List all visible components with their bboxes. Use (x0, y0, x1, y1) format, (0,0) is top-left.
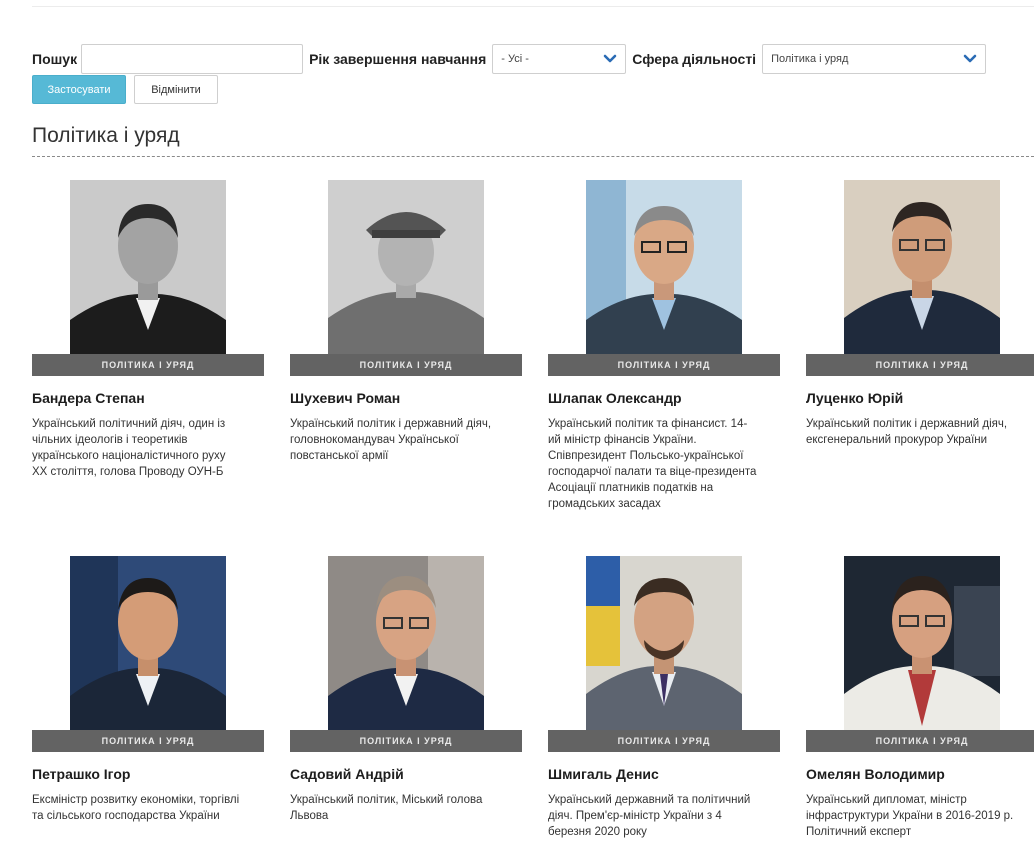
person-card[interactable]: ПОЛІТИКА І УРЯД Шмигаль Денис Українськи… (548, 556, 780, 840)
category-badge: ПОЛІТИКА І УРЯД (548, 730, 780, 752)
sphere-label: Сфера діяльності (632, 51, 757, 67)
person-description: Український політик і державний діяч, ек… (806, 418, 1008, 446)
person-name[interactable]: Садовий Андрій (290, 766, 522, 782)
person-card[interactable]: ПОЛІТИКА І УРЯД Бандера Степан Українськ… (32, 180, 264, 480)
filter-bar: Пошук Рік завершення навчання - Усі - Сф… (32, 44, 987, 74)
person-name[interactable]: Шухевич Роман (290, 390, 522, 406)
category-badge: ПОЛІТИКА І УРЯД (290, 730, 522, 752)
person-card[interactable]: ПОЛІТИКА І УРЯД Садовий Андрій Українськ… (290, 556, 522, 824)
person-photo[interactable]: ПОЛІТИКА І УРЯД (290, 180, 522, 376)
person-photo[interactable]: ПОЛІТИКА І УРЯД (548, 556, 780, 752)
person-description: Український політик, Міський голова Льво… (290, 794, 483, 822)
sphere-select-value: Політика і уряд (771, 53, 849, 65)
person-name[interactable]: Шмигаль Денис (548, 766, 780, 782)
person-card[interactable]: ПОЛІТИКА І УРЯД Шухевич Роман Українськи… (290, 180, 522, 464)
category-badge: ПОЛІТИКА І УРЯД (806, 730, 1034, 752)
person-description: Український дипломат, міністр інфраструк… (806, 794, 1014, 838)
year-label: Рік завершення навчання (309, 51, 487, 67)
person-photo[interactable]: ПОЛІТИКА І УРЯД (290, 556, 522, 752)
chevron-down-icon (603, 54, 617, 63)
portrait-image[interactable] (70, 180, 226, 354)
search-label: Пошук (32, 51, 78, 67)
top-divider (32, 6, 1034, 7)
person-photo[interactable]: ПОЛІТИКА І УРЯД (32, 180, 264, 376)
person-photo[interactable]: ПОЛІТИКА І УРЯД (806, 556, 1034, 752)
cancel-button[interactable]: Відмінити (134, 75, 218, 104)
section-title: Політика і уряд (32, 124, 180, 147)
person-card[interactable]: ПОЛІТИКА І УРЯД Омелян Володимир Українс… (806, 556, 1034, 840)
category-badge: ПОЛІТИКА І УРЯД (290, 354, 522, 376)
person-photo[interactable]: ПОЛІТИКА І УРЯД (32, 556, 264, 752)
year-select-value: - Усі - (501, 53, 529, 65)
portrait-image[interactable] (586, 180, 742, 354)
apply-button[interactable]: Застосувати (32, 75, 126, 104)
person-name[interactable]: Омелян Володимир (806, 766, 1034, 782)
chevron-down-icon (963, 54, 977, 63)
person-name[interactable]: Бандера Степан (32, 390, 264, 406)
person-name[interactable]: Шлапак Олександр (548, 390, 780, 406)
person-photo[interactable]: ПОЛІТИКА І УРЯД (806, 180, 1034, 376)
person-card[interactable]: ПОЛІТИКА І УРЯД Луценко Юрій Український… (806, 180, 1034, 448)
person-photo[interactable]: ПОЛІТИКА І УРЯД (548, 180, 780, 376)
section-divider (32, 156, 1034, 157)
portrait-image[interactable] (844, 556, 1000, 730)
person-description: Український політик і державний діяч, го… (290, 418, 492, 462)
person-name[interactable]: Луценко Юрій (806, 390, 1034, 406)
portrait-image[interactable] (70, 556, 226, 730)
person-card[interactable]: ПОЛІТИКА І УРЯД Шлапак Олександр Українс… (548, 180, 780, 512)
category-badge: ПОЛІТИКА І УРЯД (32, 730, 264, 752)
filter-actions: Застосувати Відмінити (32, 75, 218, 104)
person-description: Ексміністр розвитку економіки, торгівлі … (32, 794, 240, 822)
portrait-image[interactable] (328, 556, 484, 730)
person-description: Український політик та фінансист. 14-ий … (548, 418, 757, 510)
category-badge: ПОЛІТИКА І УРЯД (806, 354, 1034, 376)
person-card[interactable]: ПОЛІТИКА І УРЯД Петрашко Ігор Ексміністр… (32, 556, 264, 824)
category-badge: ПОЛІТИКА І УРЯД (32, 354, 264, 376)
person-name[interactable]: Петрашко Ігор (32, 766, 264, 782)
person-description: Український політичний діяч, один із чіл… (32, 418, 226, 478)
person-description: Український державний та політичний діяч… (548, 794, 751, 838)
year-select[interactable]: - Усі - (492, 44, 627, 74)
category-badge: ПОЛІТИКА І УРЯД (548, 354, 780, 376)
portrait-image[interactable] (328, 180, 484, 354)
portrait-image[interactable] (586, 556, 742, 730)
portrait-image[interactable] (844, 180, 1000, 354)
search-input[interactable] (81, 44, 304, 74)
sphere-select[interactable]: Політика і уряд (762, 44, 987, 74)
